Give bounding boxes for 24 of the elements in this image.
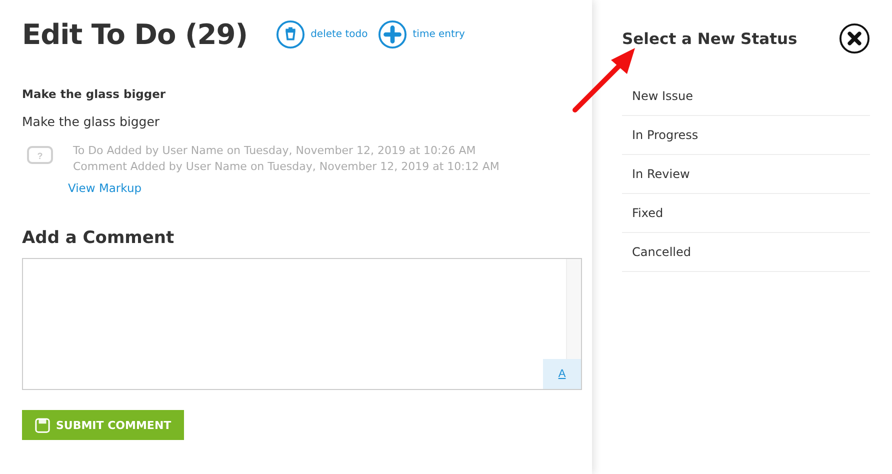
view-markup-link[interactable]: View Markup xyxy=(68,181,142,195)
format-button[interactable]: A xyxy=(543,359,581,389)
close-icon[interactable] xyxy=(839,23,870,54)
panel-title: Select a New Status xyxy=(622,30,798,48)
save-icon xyxy=(35,418,50,432)
status-option[interactable]: In Progress xyxy=(622,116,870,155)
submit-button[interactable]: SUBMIT COMMENT xyxy=(22,410,184,440)
comment-icon: ? xyxy=(27,146,53,164)
history-entry: To Do Added by User Name on Tuesday, November 12, 2019 at 10:26 AM xyxy=(73,143,477,159)
status-option[interactable]: New Issue xyxy=(622,77,870,116)
scrollbar[interactable] xyxy=(566,259,581,359)
comment-field[interactable]: A xyxy=(22,258,582,390)
section-heading: Add a Comment xyxy=(22,228,176,248)
status-option[interactable]: Cancelled xyxy=(622,233,870,272)
page-title: Edit To Do (29) xyxy=(22,18,248,51)
action-link[interactable]: delete todo xyxy=(276,20,368,49)
action-link[interactable]: time entry xyxy=(378,20,465,49)
todo-heading: Make the glass bigger xyxy=(22,87,167,101)
status-option[interactable]: In Review xyxy=(622,155,870,194)
history-entry: Comment Added by User Name on Tuesday, November 12, 2019 at 10:12 AM xyxy=(73,159,500,175)
trash-icon xyxy=(276,20,305,49)
status-option[interactable]: Fixed xyxy=(622,194,870,233)
plus-icon xyxy=(378,20,407,49)
todo-description: Make the glass bigger xyxy=(22,114,161,129)
